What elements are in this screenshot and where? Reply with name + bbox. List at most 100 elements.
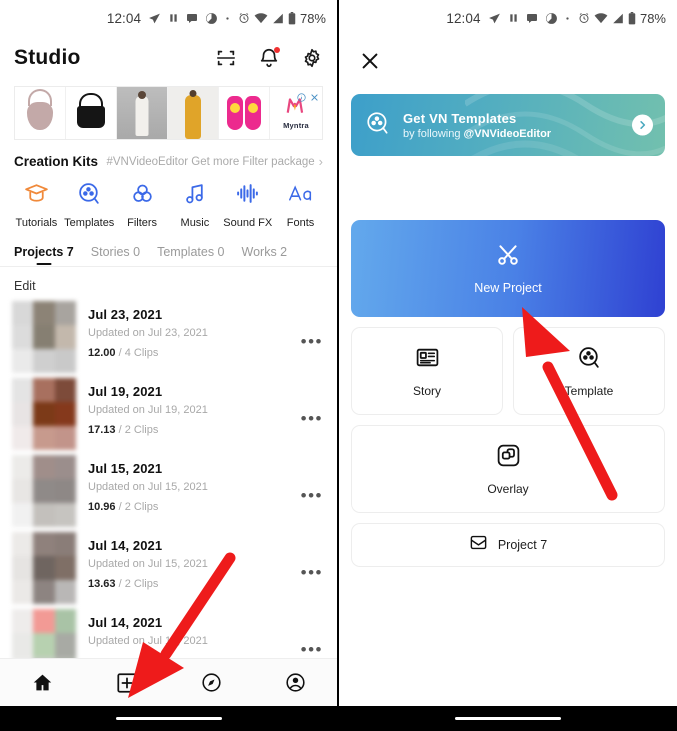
kit-label: Sound FX xyxy=(223,217,273,229)
bottom-navigation xyxy=(0,658,337,706)
banner-handle: @VNVideoEditor xyxy=(463,127,552,140)
project-more-icon[interactable]: ••• xyxy=(301,405,323,429)
card-label: Template xyxy=(564,383,614,398)
myntra-ad-banner[interactable]: Myntra xyxy=(14,86,323,140)
studio-header: Studio xyxy=(0,36,337,80)
nav-explore-compass-icon[interactable] xyxy=(201,672,222,693)
project-duration: 10.96 xyxy=(88,501,116,513)
nav-home-icon[interactable] xyxy=(32,672,53,693)
studio-tabs: Projects 7 Stories 0 Templates 0 Works 2 xyxy=(0,229,337,267)
card-label: Overlay xyxy=(487,481,529,496)
film-reel-icon xyxy=(577,345,602,375)
kit-templates[interactable]: Templates xyxy=(63,181,116,229)
ad-product-handbag-black[interactable] xyxy=(66,87,117,139)
close-row xyxy=(339,36,677,82)
nav-create-plus-icon[interactable] xyxy=(116,672,138,694)
project-duration: 13.63 xyxy=(88,578,116,590)
kit-label: Templates xyxy=(64,217,115,229)
header-icon-group xyxy=(215,47,323,69)
kit-filters[interactable]: Filters xyxy=(116,181,169,229)
alarm-icon xyxy=(238,12,250,24)
project-meta: 17.13 / 2 Clips xyxy=(88,424,289,436)
kit-sound-fx[interactable]: Sound FX xyxy=(221,181,274,229)
signal-icon xyxy=(612,13,624,24)
project-more-icon[interactable]: ••• xyxy=(301,559,323,583)
vn-templates-banner[interactable]: Get VN Templates by following @VNVideoEd… xyxy=(351,94,665,156)
scan-icon[interactable] xyxy=(215,47,237,69)
inbox-icon xyxy=(469,533,488,557)
three-circles-icon xyxy=(130,181,155,211)
pause-icon xyxy=(508,12,519,24)
kit-label: Filters xyxy=(127,217,158,229)
project-thumbnail xyxy=(12,378,76,450)
chevron-right-icon: › xyxy=(318,154,323,169)
project-row[interactable]: Jul 15, 2021 Updated on Jul 15, 2021 10.… xyxy=(0,455,337,532)
project-more-icon[interactable]: ••• xyxy=(301,482,323,506)
project-more-icon[interactable]: ••• xyxy=(301,328,323,352)
dot-icon xyxy=(565,16,570,21)
creation-kits-promo[interactable]: #VNVideoEditor Get more Filter package › xyxy=(106,155,323,168)
project-clips: 2 Clips xyxy=(124,578,159,590)
banner-texts: Get VN Templates by following @VNVideoEd… xyxy=(403,111,551,140)
story-card[interactable]: Story xyxy=(351,327,503,415)
gesture-nav-area-right xyxy=(339,706,677,731)
scissors-icon xyxy=(495,242,521,273)
ad-brand-controls xyxy=(297,89,319,107)
ad-product-pink-slides[interactable] xyxy=(219,87,270,139)
ad-brand-name: Myntra xyxy=(283,120,309,130)
status-time: 12:04 xyxy=(446,10,481,26)
project-7-button[interactable]: Project 7 xyxy=(351,523,665,567)
wifi-icon xyxy=(594,12,608,24)
ad-product-model-white-dress[interactable] xyxy=(117,87,168,139)
project-info: Jul 23, 2021 Updated on Jul 23, 2021 12.… xyxy=(88,301,289,359)
project-duration: 17.13 xyxy=(88,424,116,436)
ad-brand-block: Myntra xyxy=(270,87,322,139)
project-row[interactable]: Jul 14, 2021 Updated on Jul 15, 2021 13.… xyxy=(0,532,337,609)
edit-button[interactable]: Edit xyxy=(14,279,36,293)
kit-fonts[interactable]: Fonts xyxy=(274,181,327,229)
creation-kits-promo-text: #VNVideoEditor Get more Filter package xyxy=(106,155,315,168)
tab-projects[interactable]: Projects 7 xyxy=(14,245,74,266)
notification-badge xyxy=(274,47,280,53)
text-aa-icon xyxy=(288,181,313,211)
nav-profile-account-icon[interactable] xyxy=(285,672,306,693)
ad-product-model-yellow-dress[interactable] xyxy=(168,87,219,139)
kit-tutorials[interactable]: Tutorials xyxy=(10,181,63,229)
battery-icon xyxy=(288,11,296,25)
battery-percent: 78% xyxy=(639,10,666,26)
status-bar-right: 12:04 78% xyxy=(339,0,677,36)
status-bar-left-group: 12:04 xyxy=(107,11,230,26)
edit-row: Edit xyxy=(0,267,337,301)
template-card[interactable]: Template xyxy=(513,327,665,415)
kit-music[interactable]: Music xyxy=(168,181,221,229)
tab-works[interactable]: Works 2 xyxy=(242,245,288,266)
project-info: Jul 14, 2021 Updated on Jul 15, 2021 xyxy=(88,609,289,647)
project-row[interactable]: Jul 19, 2021 Updated on Jul 19, 2021 17.… xyxy=(0,378,337,455)
project-thumbnail xyxy=(12,532,76,604)
tab-stories[interactable]: Stories 0 xyxy=(91,245,140,266)
close-icon[interactable] xyxy=(310,89,319,107)
project-list: Jul 23, 2021 Updated on Jul 23, 2021 12.… xyxy=(0,301,337,686)
close-icon[interactable] xyxy=(359,50,381,72)
graduation-cap-icon xyxy=(24,181,49,211)
chevron-right-icon[interactable] xyxy=(632,114,653,136)
project-meta: 12.00 / 4 Clips xyxy=(88,347,289,359)
tab-templates[interactable]: Templates 0 xyxy=(157,245,224,266)
bell-icon[interactable] xyxy=(258,47,280,69)
project-7-label: Project 7 xyxy=(497,538,548,552)
gesture-bar[interactable] xyxy=(455,716,561,721)
project-info: Jul 15, 2021 Updated on Jul 15, 2021 10.… xyxy=(88,455,289,513)
project-more-icon[interactable]: ••• xyxy=(301,636,323,660)
new-project-button[interactable]: New Project xyxy=(351,220,665,317)
gesture-bar[interactable] xyxy=(115,716,222,721)
project-clips: 4 Clips xyxy=(124,347,159,359)
overlay-card[interactable]: Overlay xyxy=(351,425,665,513)
project-updated: Updated on Jul 19, 2021 xyxy=(88,404,208,416)
ad-product-handbag-pink[interactable] xyxy=(15,87,66,139)
gear-icon[interactable] xyxy=(301,47,323,69)
info-icon[interactable] xyxy=(297,89,306,107)
creation-kits-header: Creation Kits #VNVideoEditor Get more Fi… xyxy=(14,154,323,169)
project-row[interactable]: Jul 23, 2021 Updated on Jul 23, 2021 12.… xyxy=(0,301,337,378)
project-meta: 10.96 / 2 Clips xyxy=(88,501,289,513)
project-title: Jul 15, 2021 xyxy=(88,461,163,476)
